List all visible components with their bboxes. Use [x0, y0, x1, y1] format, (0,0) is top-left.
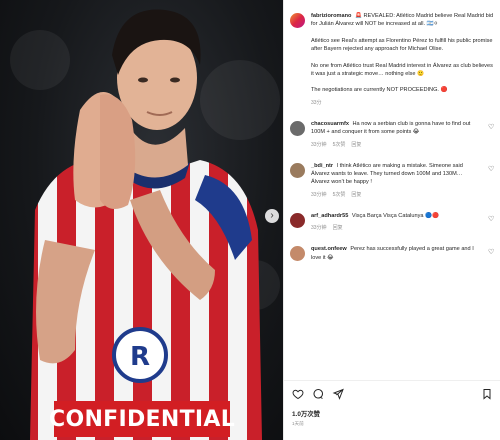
post-image[interactable]: R CONFIDENTIAL › [0, 0, 283, 440]
comment-time: 33分钟 [311, 191, 327, 198]
like-comment-heart-icon[interactable]: ♡ [488, 249, 495, 256]
caption-paragraph: The negotiations are currently NOT PROCE… [311, 87, 448, 94]
commenter-username[interactable]: arf_adhardr55 [311, 213, 348, 219]
post-actions: 1.0万次赞 1天前 [284, 380, 500, 440]
commenter-avatar[interactable] [290, 246, 305, 262]
like-comment-heart-icon[interactable]: ♡ [488, 124, 495, 131]
post-date: 1天前 [292, 421, 304, 426]
commenter-avatar[interactable] [290, 120, 305, 136]
comment-item: _bdi_ntr I think Atlético are making a m… [290, 162, 495, 198]
caption-paragraph: Atlético see Real’s attempt as Florentin… [311, 37, 493, 53]
svg-text:R: R [130, 342, 150, 372]
commenter-username[interactable]: _bdi_ntr [311, 163, 333, 169]
share-paper-plane-icon[interactable] [332, 388, 344, 400]
comment-time: 33分钟 [311, 141, 327, 148]
commenter-avatar[interactable] [290, 162, 305, 178]
likes-count[interactable]: 1.0万次赞 [292, 409, 493, 418]
confidential-banner: CONFIDENTIAL [49, 401, 235, 437]
reply-button[interactable]: 回复 [333, 224, 343, 231]
commenter-avatar[interactable] [290, 212, 305, 228]
next-image-arrow-icon[interactable]: › [265, 209, 279, 223]
author-avatar[interactable] [290, 13, 305, 28]
comment-item: arf_adhardr55 Visça Barça Visça Cataluny… [290, 212, 495, 231]
comment-item: quest.onfeew Perez has successfully play… [290, 245, 495, 262]
comments-list[interactable]: fabrizioromano 🚨 REVEALED: Atlético Madr… [284, 0, 500, 380]
comment-likes[interactable]: 5次赞 [333, 191, 346, 198]
reply-button[interactable]: 回复 [351, 141, 361, 148]
comment-time: 33分钟 [311, 225, 327, 232]
author-username[interactable]: fabrizioromano [311, 13, 351, 19]
comment-bubble-icon[interactable] [312, 388, 324, 400]
comment-text: Visça Barça Visça Catalunya 🔵🔴 [351, 212, 439, 219]
commenter-username[interactable]: chacosuarmfx [311, 121, 349, 127]
bookmark-icon[interactable] [481, 388, 493, 400]
comment-text: I think Atlético are making a mistake. S… [311, 162, 463, 186]
reply-button[interactable]: 回复 [351, 191, 361, 198]
like-heart-icon[interactable] [292, 388, 304, 400]
caption-paragraph: No one from Atlético trust Real Madrid i… [311, 62, 493, 78]
comment-likes[interactable]: 5次赞 [333, 141, 346, 148]
caption-time: 33分 [311, 99, 322, 106]
post-caption: fabrizioromano 🚨 REVEALED: Atlético Madr… [290, 12, 495, 106]
post-panel: fabrizioromano 🚨 REVEALED: Atlético Madr… [283, 0, 500, 440]
commenter-username[interactable]: quest.onfeew [311, 246, 347, 252]
like-comment-heart-icon[interactable]: ♡ [488, 216, 495, 223]
like-comment-heart-icon[interactable]: ♡ [488, 166, 495, 173]
comment-item: chacosuarmfx Ha now a serbian club is go… [290, 120, 495, 148]
